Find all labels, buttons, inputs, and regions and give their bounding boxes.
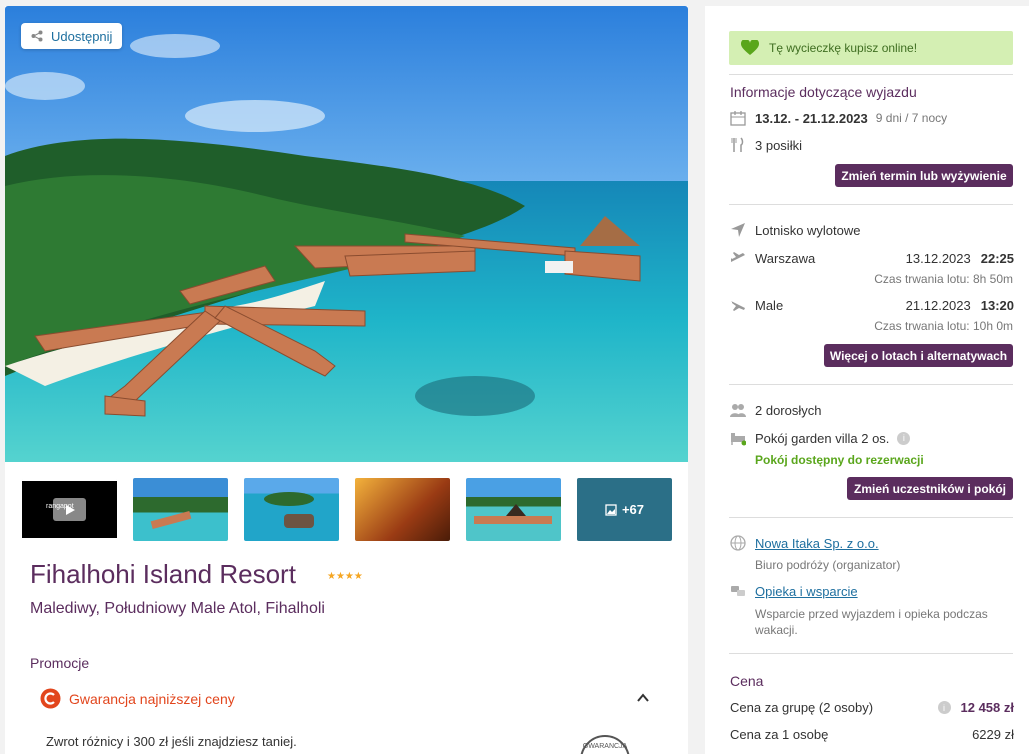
- room-label: Pokój garden villa 2 os.: [755, 430, 890, 446]
- plane-landing-icon: [731, 301, 745, 311]
- outbound-city: Warszawa: [755, 250, 816, 266]
- hotel-location: Malediwy, Południowy Male Atol, Fihalhol…: [30, 600, 325, 617]
- calendar-icon: [730, 111, 746, 126]
- trip-duration: 9 dni / 7 nocy: [875, 111, 948, 125]
- outbound-time: 22:25: [980, 250, 1014, 266]
- banner-text: Tę wycieczkę kupisz online!: [769, 41, 918, 55]
- meals-row: 3 posiłki: [730, 137, 802, 153]
- person-price-label: Cena za 1 osobę: [730, 727, 829, 742]
- support-icon: [731, 586, 745, 596]
- hotel-main-panel: Udostępnij rangapot +67 Fihalhohi Island…: [5, 6, 688, 754]
- thumbnail-photo-1[interactable]: [133, 478, 228, 541]
- share-label: Udostępnij: [51, 28, 113, 44]
- cutlery-icon: [731, 137, 744, 152]
- adults-row: 2 dorosłych: [730, 402, 821, 418]
- divider: [729, 653, 1013, 654]
- return-duration: Czas trwania lotu: 10h 0m: [874, 319, 1013, 333]
- change-participants-button[interactable]: Zmień uczestników i pokój: [847, 477, 1013, 500]
- outbound-duration: Czas trwania lotu: 8h 50m: [874, 272, 1013, 286]
- thumbnail-video[interactable]: rangapot: [22, 478, 117, 541]
- promo-title: Gwarancja najniższej ceny: [69, 690, 235, 707]
- more-photos-button[interactable]: +67: [577, 478, 672, 541]
- gallery-icon: [605, 503, 617, 516]
- thumbnail-photo-4[interactable]: [466, 478, 561, 541]
- meals-label: 3 posiłki: [755, 137, 802, 153]
- group-price-row: Cena za grupę (2 osoby) i 12 458 zł: [730, 700, 1014, 715]
- online-purchase-banner: Tę wycieczkę kupisz online!: [729, 31, 1013, 65]
- return-date: 21.12.2023: [905, 297, 971, 313]
- adults-label: 2 dorosłych: [755, 402, 822, 418]
- change-date-button[interactable]: Zmień termin lub wyżywienie: [835, 164, 1013, 187]
- thumbnail-strip: rangapot +67: [22, 478, 677, 541]
- price-heading: Cena: [730, 673, 764, 689]
- return-time: 13:20: [980, 297, 1014, 313]
- outbound-flight-row: Warszawa 13.12.2023 22:25: [730, 250, 1014, 266]
- promo-description: Zwrot różnicy i 300 zł jeśli znajdziesz …: [46, 734, 297, 749]
- support-description: Wsparcie przed wyjazdem i opieka podczas…: [755, 607, 988, 637]
- plane-takeoff-icon: [731, 252, 745, 262]
- info-icon[interactable]: i: [897, 431, 911, 445]
- share-icon: [31, 30, 43, 42]
- room-row: Pokój garden villa 2 os. i: [730, 430, 911, 446]
- trip-dates-row: 13.12. - 21.12.2023 9 dni / 7 nocy: [730, 110, 947, 126]
- trip-info-heading: Informacje dotyczące wyjazdu: [730, 84, 917, 100]
- guarantee-stamp: GWARANCJA: [580, 735, 630, 754]
- group-price-label: Cena za grupę (2 osoby): [730, 700, 874, 715]
- return-city: Male: [755, 297, 784, 313]
- info-icon[interactable]: i: [937, 701, 951, 714]
- promo-item[interactable]: Gwarancja najniższej ceny: [40, 688, 235, 709]
- trip-dates: 13.12. - 21.12.2023: [755, 110, 868, 126]
- divider: [729, 517, 1013, 518]
- heart-icon: [741, 40, 759, 55]
- support-row: Opieka i wsparcie: [730, 583, 858, 599]
- navigation-arrow-icon: [731, 223, 745, 237]
- outbound-date: 13.12.2023: [905, 250, 971, 266]
- organizer-row: Nowa Itaka Sp. z o.o.: [730, 535, 879, 551]
- organizer-role: Biuro podróży (organizator): [755, 558, 901, 572]
- support-link[interactable]: Opieka i wsparcie: [755, 584, 858, 599]
- person-price-value: 6229 zł: [972, 727, 1014, 742]
- price-guarantee-icon: [40, 688, 61, 709]
- thumbnail-photo-3[interactable]: [355, 478, 450, 541]
- return-flight-row: Male 21.12.2023 13:20: [730, 297, 1014, 313]
- hero-photo[interactable]: [5, 6, 688, 462]
- divider: [729, 384, 1013, 385]
- hotel-stars: ★★★★: [327, 571, 363, 582]
- departure-airport-label: Lotnisko wylotowe: [755, 222, 861, 238]
- divider: [729, 74, 1013, 75]
- more-flights-button[interactable]: Więcej o lotach i alternatywach: [824, 344, 1013, 367]
- bed-icon: [731, 433, 746, 446]
- chevron-up-icon[interactable]: [635, 690, 651, 706]
- person-price-row: Cena za 1 osobę 6229 zł: [730, 727, 1014, 742]
- thumbnail-photo-2[interactable]: [244, 478, 339, 541]
- hotel-name: Fihalhohi Island Resort: [30, 559, 296, 589]
- booking-sidebar: Tę wycieczkę kupisz online! Informacje d…: [705, 6, 1029, 754]
- more-photos-label: +67: [621, 502, 645, 517]
- room-availability: Pokój dostępny do rezerwacji: [755, 453, 924, 467]
- group-price-value: 12 458 zł: [960, 700, 1015, 715]
- departure-airport-row: Lotnisko wylotowe: [730, 222, 861, 238]
- divider: [729, 204, 1013, 205]
- share-button[interactable]: Udostępnij: [21, 23, 123, 49]
- video-label: rangapot: [46, 503, 74, 510]
- organizer-link[interactable]: Nowa Itaka Sp. z o.o.: [755, 536, 879, 551]
- people-icon: [730, 404, 746, 417]
- promo-heading: Promocje: [30, 655, 90, 671]
- globe-icon: [730, 535, 746, 551]
